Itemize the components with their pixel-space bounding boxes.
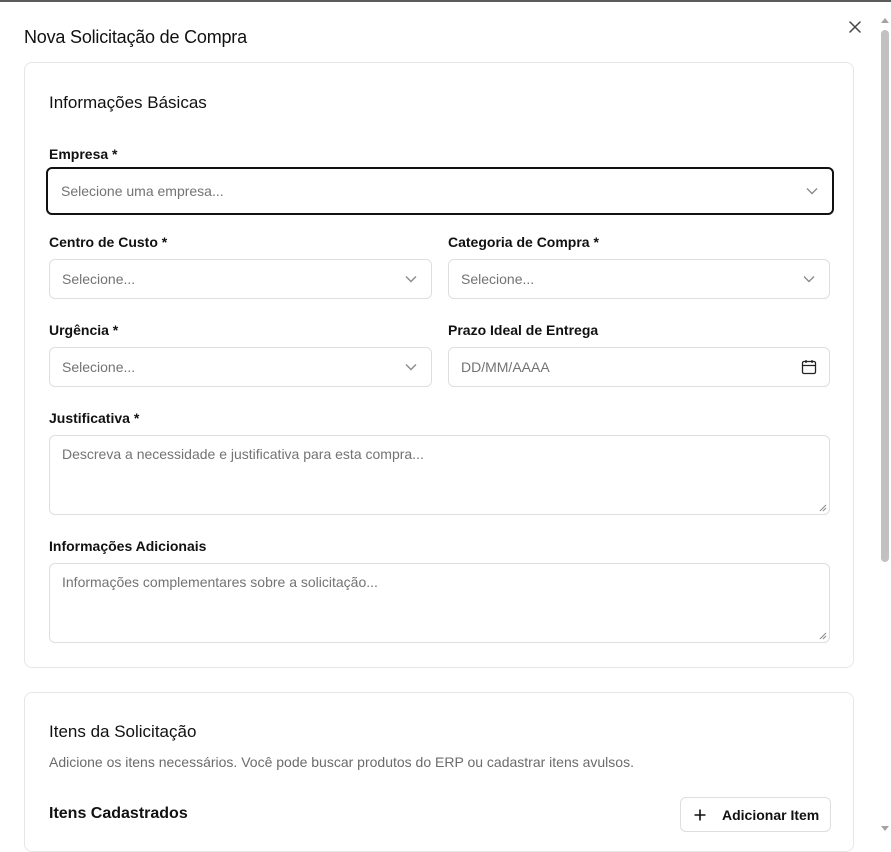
chevron-down-icon	[405, 364, 417, 371]
resize-handle-icon[interactable]	[819, 504, 827, 512]
scroll-up-arrow-icon[interactable]	[881, 18, 889, 23]
urgencia-placeholder: Selecione...	[62, 359, 136, 375]
categoria-select[interactable]: Selecione...	[448, 259, 830, 299]
items-title: Itens da Solicitação	[49, 722, 197, 741]
info-adicionais-textarea[interactable]: Informações complementares sobre a solic…	[49, 563, 830, 643]
justificativa-placeholder: Descreva a necessidade e justificativa p…	[62, 446, 424, 462]
info-adicionais-placeholder: Informações complementares sobre a solic…	[62, 574, 378, 590]
centro-custo-label: Centro de Custo *	[49, 234, 168, 250]
empresa-label: Empresa *	[49, 146, 118, 162]
info-adicionais-label: Informações Adicionais	[49, 538, 207, 554]
basic-info-title: Informações Básicas	[49, 93, 207, 112]
close-icon	[849, 21, 861, 33]
centro-custo-select[interactable]: Selecione...	[49, 259, 432, 299]
purchase-request-dialog: Nova Solicitação de Compra Informações B…	[0, 0, 891, 852]
empresa-placeholder: Selecione uma empresa...	[61, 183, 224, 199]
plus-icon	[694, 809, 706, 820]
justificativa-textarea[interactable]: Descreva a necessidade e justificativa p…	[49, 435, 830, 515]
urgencia-label: Urgência *	[49, 322, 119, 338]
add-item-label: Adicionar Item	[722, 806, 820, 823]
resize-handle-icon[interactable]	[819, 632, 827, 640]
add-item-button[interactable]: Adicionar Item	[680, 797, 831, 832]
scroll-down-arrow-icon[interactable]	[881, 826, 889, 831]
chevron-down-icon	[405, 276, 417, 283]
items-card: Itens da Solicitação Adicione os itens n…	[24, 692, 854, 852]
justificativa-label: Justificativa *	[49, 410, 140, 426]
categoria-placeholder: Selecione...	[461, 271, 535, 287]
urgencia-select[interactable]: Selecione...	[49, 347, 432, 387]
prazo-placeholder: DD/MM/AAAA	[461, 359, 550, 375]
prazo-date-input[interactable]: DD/MM/AAAA	[448, 347, 830, 387]
scrollbar-thumb[interactable]	[881, 30, 889, 562]
items-description: Adicione os itens necessários. Você pode…	[49, 754, 634, 770]
centro-custo-placeholder: Selecione...	[62, 271, 136, 287]
close-button[interactable]	[846, 18, 864, 36]
scrollbar[interactable]	[879, 18, 891, 835]
dialog-title: Nova Solicitação de Compra	[24, 27, 247, 47]
prazo-label: Prazo Ideal de Entrega	[448, 322, 599, 338]
basic-info-card: Informações Básicas Empresa * Selecione …	[24, 62, 854, 668]
empresa-select[interactable]: Selecione uma empresa...	[46, 167, 834, 215]
categoria-label: Categoria de Compra *	[448, 234, 599, 250]
chevron-down-icon	[806, 188, 818, 195]
registered-items-title: Itens Cadastrados	[49, 805, 188, 822]
calendar-icon[interactable]	[801, 359, 817, 375]
chevron-down-icon	[803, 276, 815, 283]
